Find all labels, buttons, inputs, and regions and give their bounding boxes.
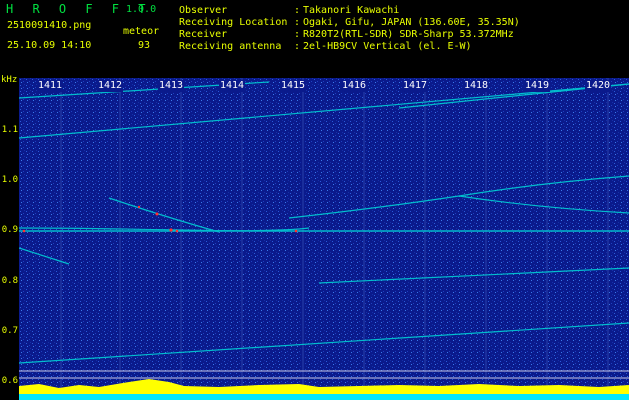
baseline-floor: [19, 394, 629, 400]
y-tick: 0.9: [1, 225, 18, 235]
antenna-label: Receiving antenna: [179, 41, 282, 52]
minute-label: 1412: [97, 80, 124, 92]
observer-label: Observer: [179, 5, 228, 16]
receiver-value: R820T2(RTL-SDR) SDR-Sharp 53.372MHz: [303, 29, 514, 40]
minute-label: 1411: [37, 80, 64, 92]
y-axis-unit: kHz: [1, 75, 18, 85]
noise-background: [19, 78, 629, 400]
location-value: Ogaki, Gifu, JAPAN (136.60E, 35.35N): [303, 17, 520, 28]
spectrogram-canvas: [19, 78, 629, 400]
separator: :: [294, 5, 301, 16]
meteor-label: meteor: [123, 26, 160, 37]
y-tick: 0.7: [1, 326, 18, 336]
location-label: Receiving Location: [179, 17, 288, 28]
minute-label: 1414: [219, 80, 246, 92]
spectrogram: [19, 78, 629, 400]
filename: 2510091410.png: [7, 20, 92, 31]
y-tick: 0.6: [1, 376, 18, 386]
minute-label: 1420: [585, 80, 612, 92]
minute-label: 1416: [341, 80, 368, 92]
y-tick: 0.8: [1, 276, 18, 286]
y-tick: 1.0: [1, 175, 18, 185]
observer-value: Takanori Kawachi: [303, 5, 400, 16]
timestamp: 25.10.09 14:10: [7, 40, 92, 51]
minute-label: 1417: [402, 80, 429, 92]
separator: :: [294, 29, 301, 40]
separator: :: [294, 17, 301, 28]
app-version: 1.0.0: [126, 4, 157, 15]
minute-label: 1415: [280, 80, 307, 92]
header: H R O F F T 1.0.0 2510091410.png 25.10.0…: [0, 0, 629, 74]
meteor-count: 93: [138, 40, 151, 51]
minute-label: 1413: [158, 80, 185, 92]
minute-label: 1418: [463, 80, 490, 92]
receiver-label: Receiver: [179, 29, 228, 40]
y-tick: 1.1: [1, 125, 18, 135]
separator: :: [294, 41, 301, 52]
minute-label: 1419: [524, 80, 551, 92]
antenna-value: 2el-HB9CV Vertical (el. E-W): [303, 41, 472, 52]
